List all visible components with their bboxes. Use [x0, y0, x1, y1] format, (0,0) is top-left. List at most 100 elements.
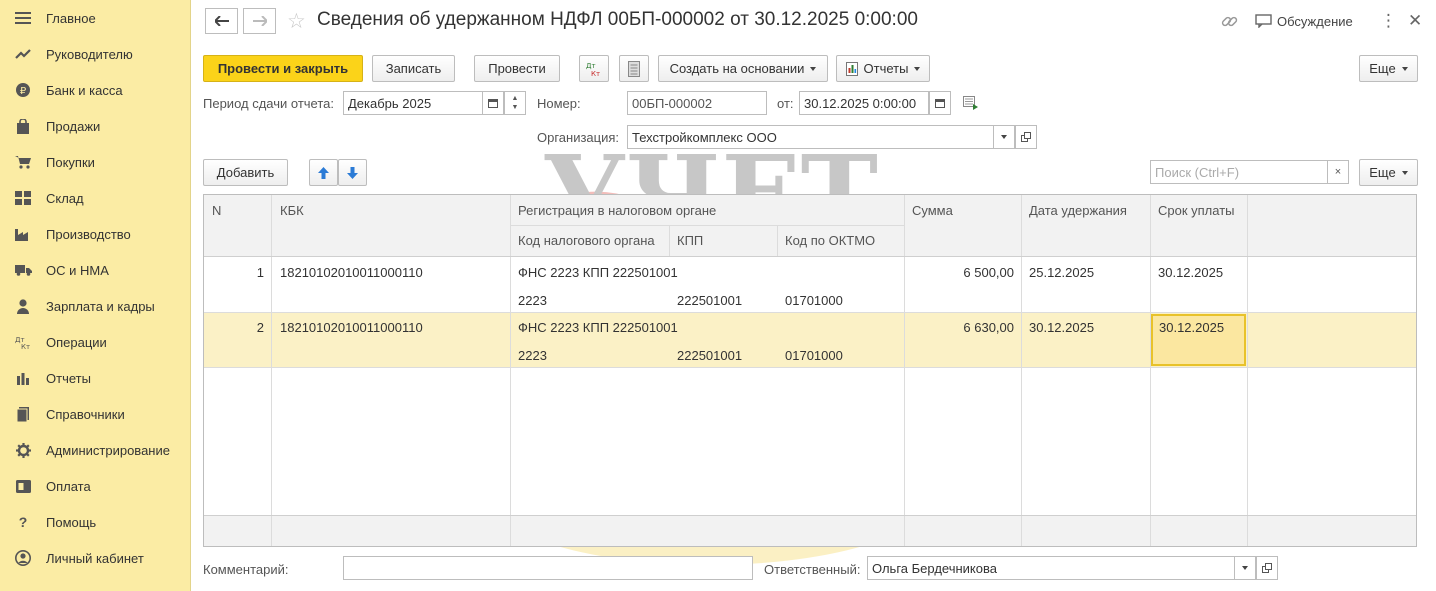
chevron-down-icon — [1242, 566, 1248, 570]
more-vert-icon[interactable]: ⋮ — [1380, 10, 1397, 32]
sidebar-item-label: Справочники — [46, 406, 125, 422]
table-footer — [204, 516, 1416, 546]
sidebar-item-label: Склад — [46, 190, 84, 206]
question-icon: ? — [18, 514, 28, 530]
link-icon[interactable] — [1221, 10, 1238, 32]
svg-text:Кт: Кт — [591, 70, 600, 77]
search-clear-button[interactable]: × — [1327, 160, 1349, 184]
open-icon — [1262, 563, 1272, 573]
sidebar-item-warehouse[interactable]: Склад — [0, 180, 191, 216]
document-list-button[interactable] — [619, 55, 649, 82]
ndfl-table: N КБК Регистрация в налоговом органе Код… — [203, 194, 1417, 547]
column-header-kpp[interactable]: КПП — [677, 233, 703, 248]
organization-field[interactable]: Техстройкомплекс ООО — [627, 125, 994, 149]
period-label: Период сдачи отчета: — [203, 96, 335, 111]
organization-label: Организация: — [537, 130, 620, 145]
period-spinner[interactable]: ▲ ▼ — [504, 91, 526, 115]
sidebar-item-production[interactable]: Производство — [0, 216, 191, 252]
bag-icon — [14, 117, 32, 135]
sidebar-item-label: Отчеты — [46, 370, 91, 386]
date-field[interactable]: 30.12.2025 0:00:00 — [799, 91, 929, 115]
chevron-down-icon — [914, 66, 921, 71]
discussion-button[interactable]: Обсуждение — [1255, 10, 1353, 32]
column-header-registration[interactable]: Регистрация в налоговом органе — [518, 203, 716, 218]
person-icon — [14, 297, 32, 315]
back-button[interactable] — [205, 8, 238, 34]
sidebar-item-purchases[interactable]: Покупки — [0, 144, 191, 180]
date-value: 30.12.2025 0:00:00 — [804, 95, 917, 111]
move-up-button[interactable] — [309, 159, 338, 186]
calendar-icon — [935, 99, 945, 108]
books-icon — [14, 405, 32, 423]
responsible-field[interactable]: Ольга Бердечникова — [867, 556, 1235, 580]
responsible-dropdown-button[interactable] — [1234, 556, 1256, 580]
table-more-button[interactable]: Еще — [1359, 159, 1418, 186]
sidebar-item-label: Руководителю — [46, 46, 133, 62]
column-header-sum[interactable]: Сумма — [912, 203, 953, 218]
sidebar-item-operations[interactable]: Дт Кт Операции — [0, 324, 191, 360]
organization-open-button[interactable] — [1015, 125, 1037, 149]
sidebar-item-admin[interactable]: Администрирование — [0, 432, 191, 468]
sidebar-item-sales[interactable]: Продажи — [0, 108, 191, 144]
more-button[interactable]: Еще — [1359, 55, 1418, 82]
arrow-left-icon — [214, 16, 229, 26]
sidebar-item-account[interactable]: Личный кабинет — [0, 540, 191, 576]
chat-icon — [1255, 14, 1272, 28]
add-row-button[interactable]: Добавить — [203, 159, 288, 186]
comment-field[interactable] — [343, 556, 753, 580]
sidebar-item-fixed-assets[interactable]: ОС и НМА — [0, 252, 191, 288]
column-header-oktmo[interactable]: Код по ОКТМО — [785, 233, 875, 248]
arrow-down-icon — [347, 166, 358, 179]
payment-icon — [14, 477, 32, 495]
column-header-kbk[interactable]: КБК — [280, 203, 304, 218]
cell-registration: ФНС 2223 КПП 222501001 — [518, 265, 678, 280]
export-icon[interactable] — [963, 96, 979, 113]
date-calendar-button[interactable] — [929, 91, 951, 115]
organization-dropdown-button[interactable] — [993, 125, 1015, 149]
sidebar-item-directories[interactable]: Справочники — [0, 396, 191, 432]
spin-up-icon[interactable]: ▲ — [512, 94, 519, 103]
dt-kt-icon: ДтКт — [586, 62, 600, 77]
column-header-n[interactable]: N — [212, 203, 221, 218]
create-based-on-button[interactable]: Создать на основании — [658, 55, 828, 82]
dt-kt-button[interactable]: Дт Кт — [579, 55, 609, 82]
gear-icon — [14, 441, 32, 459]
sidebar-item-salary[interactable]: Зарплата и кадры — [0, 288, 191, 324]
sidebar-item-label: Операции — [46, 334, 107, 350]
cell-deadline: 30.12.2025 — [1159, 320, 1225, 335]
responsible-open-button[interactable] — [1256, 556, 1278, 580]
table-more-label: Еще — [1369, 165, 1396, 180]
cell-kpp: 222501001 — [677, 348, 743, 363]
forward-button[interactable] — [243, 8, 276, 34]
period-field[interactable]: Декабрь 2025 — [343, 91, 483, 115]
cell-deadline-active[interactable]: 30.12.2025 — [1151, 314, 1246, 366]
star-icon[interactable]: ☆ — [287, 9, 306, 34]
calendar-button[interactable] — [482, 91, 504, 115]
sidebar-item-payment[interactable]: Оплата — [0, 468, 191, 504]
sidebar-item-bank[interactable]: ₽ Банк и касса — [0, 72, 191, 108]
search-input[interactable]: Поиск (Ctrl+F) — [1150, 160, 1328, 184]
post-and-close-button[interactable]: Провести и закрыть — [203, 55, 363, 82]
reports-button[interactable]: Отчеты — [836, 55, 930, 82]
sidebar-item-main[interactable]: Главное — [0, 0, 191, 36]
number-field[interactable]: 00БП-000002 — [627, 91, 767, 115]
cell-kpp: 222501001 — [677, 293, 743, 308]
post-button[interactable]: Провести — [474, 55, 560, 82]
cell-kbk: 18210102010011000110 — [280, 265, 423, 280]
sidebar-item-label: Помощь — [46, 514, 97, 530]
sidebar-item-reports[interactable]: Отчеты — [0, 360, 191, 396]
spin-down-icon[interactable]: ▼ — [512, 103, 519, 112]
column-header-date[interactable]: Дата удержания — [1029, 203, 1127, 218]
cell-sum: 6 500,00 — [963, 265, 1014, 280]
chevron-down-icon — [1401, 170, 1408, 175]
sidebar-item-label: Производство — [46, 226, 131, 242]
close-icon[interactable]: ✕ — [1408, 10, 1422, 32]
sidebar-item-manager[interactable]: Руководителю — [0, 36, 191, 72]
column-header-deadline[interactable]: Срок уплаты — [1158, 203, 1235, 218]
save-button[interactable]: Записать — [372, 55, 455, 82]
move-down-button[interactable] — [338, 159, 367, 186]
sidebar-item-help[interactable]: ? Помощь — [0, 504, 191, 540]
column-header-tax-code[interactable]: Код налогового органа — [518, 233, 655, 248]
ruble-icon: ₽ — [14, 81, 32, 99]
sidebar-item-label: ОС и НМА — [46, 262, 109, 278]
